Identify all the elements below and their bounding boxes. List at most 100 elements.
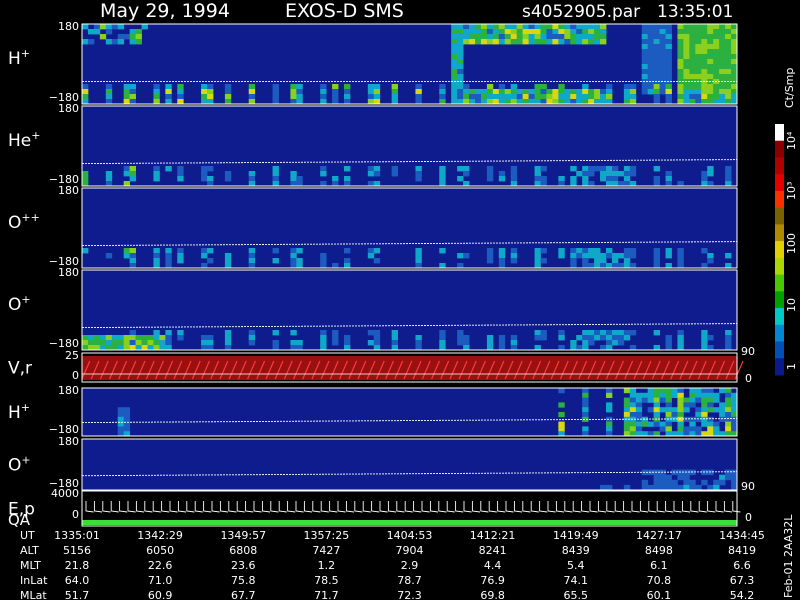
heatmap-cell xyxy=(701,171,708,177)
heatmap-cell xyxy=(665,24,672,30)
heatmap-cell xyxy=(594,258,601,264)
heatmap-cell xyxy=(677,39,684,45)
heatmap-cell xyxy=(707,171,714,177)
heatmap-cell xyxy=(373,248,381,254)
heatmap-cell xyxy=(480,24,488,30)
heatmap-cell xyxy=(611,166,619,172)
heatmap-cell xyxy=(528,89,535,95)
heatmap-cell xyxy=(606,426,613,432)
heatmap-cell xyxy=(582,29,589,35)
heatmap-cell xyxy=(290,94,297,100)
heatmap-cell xyxy=(582,407,589,413)
heatmap-cell xyxy=(451,49,458,55)
heatmap-cell xyxy=(582,335,589,341)
heatmap-cell xyxy=(701,29,708,35)
heatmap-cell xyxy=(344,89,351,95)
heatmap-cell xyxy=(135,29,142,35)
heatmap-cell xyxy=(504,39,512,45)
heatmap-cell xyxy=(659,388,666,394)
colorbar-tick-1: 1 xyxy=(785,363,798,370)
y-tick-bottom: 0 xyxy=(72,369,79,382)
heatmap-cell xyxy=(93,335,101,341)
table-cell: 8241 xyxy=(479,544,507,557)
heatmap-cell xyxy=(689,74,696,80)
heatmap-cell xyxy=(725,44,732,50)
colorbar-swatch xyxy=(775,190,784,209)
heatmap-cell xyxy=(165,84,172,90)
heatmap-cell xyxy=(510,258,518,264)
heatmap-cell xyxy=(653,54,660,60)
heatmap-cell xyxy=(707,402,714,408)
heatmap-cell xyxy=(463,335,470,341)
heatmap-cell xyxy=(582,402,589,408)
heatmap-cell xyxy=(635,407,643,413)
heatmap-cell xyxy=(391,94,398,100)
heatmap-cell xyxy=(207,84,214,90)
heatmap-cell xyxy=(165,89,172,95)
heatmap-cell xyxy=(153,335,160,341)
heatmap-cell xyxy=(725,64,732,70)
heatmap-cell xyxy=(129,340,136,346)
table-cell: 1404:53 xyxy=(387,529,433,542)
heatmap-cell xyxy=(707,392,714,398)
heatmap-cell xyxy=(290,176,297,182)
heatmap-cell xyxy=(534,330,541,336)
heatmap-cell xyxy=(165,330,172,336)
heatmap-cell xyxy=(439,166,446,172)
heatmap-cell xyxy=(117,412,125,418)
heatmap-cell xyxy=(570,340,577,346)
heatmap-cell xyxy=(344,166,351,172)
heatmap-cell xyxy=(516,39,524,45)
heatmap-cell xyxy=(248,176,256,182)
heatmap-cell xyxy=(582,392,589,398)
heatmap-cell xyxy=(486,84,494,90)
heatmap-cell xyxy=(82,89,89,95)
heatmap-cell xyxy=(719,64,726,70)
heatmap-cell xyxy=(534,39,541,45)
heatmap-cell xyxy=(153,258,160,264)
panel-label: O+ xyxy=(8,454,31,476)
heatmap-cell xyxy=(594,248,601,254)
table-cell: 1412:21 xyxy=(470,529,516,542)
heatmap-cell xyxy=(463,89,470,95)
heatmap-cell xyxy=(677,74,684,80)
heatmap-cell xyxy=(707,34,714,40)
heatmap-cell xyxy=(516,94,524,100)
heatmap-cell xyxy=(588,34,595,40)
heatmap-cell xyxy=(713,29,720,35)
heatmap-cell xyxy=(659,64,666,70)
heatmap-cell xyxy=(141,335,148,341)
heatmap-cell xyxy=(528,39,535,45)
orbit-table: UT 1335:01 1342:29 1349:57 1357:25 1404:53 141… xyxy=(20,529,765,600)
heatmap-cell xyxy=(153,248,160,254)
heatmap-cell xyxy=(391,335,398,341)
heatmap-cell xyxy=(659,474,666,481)
heatmap-cell xyxy=(492,94,500,100)
heatmap-cell xyxy=(647,407,655,413)
heatmap-cell xyxy=(725,416,732,422)
heatmap-cell xyxy=(87,335,95,341)
heatmap-cell xyxy=(653,24,660,30)
table-cell: 69.8 xyxy=(480,589,505,600)
heatmap-cell xyxy=(611,253,619,259)
heatmap-cell xyxy=(463,253,470,259)
heatmap-cell xyxy=(653,94,660,100)
heatmap-cell xyxy=(480,29,488,35)
heatmap-cell xyxy=(725,24,732,30)
heatmap-cell xyxy=(725,54,732,60)
qa-bar xyxy=(82,520,737,525)
heatmap-cell xyxy=(480,89,488,95)
heatmap-cell xyxy=(695,24,702,30)
heatmap-cell xyxy=(707,74,714,80)
heatmap-cell xyxy=(576,34,583,40)
heatmap-cell xyxy=(105,39,113,45)
heatmap-cell xyxy=(623,407,631,413)
heatmap-cell xyxy=(576,335,583,341)
heatmap-cell xyxy=(659,84,666,90)
header: May 29, 1994 EXOS-D SMS s4052905.par 13:… xyxy=(100,0,733,22)
heatmap-cell xyxy=(707,397,714,403)
heatmap-cell xyxy=(332,335,339,341)
heatmap-cell xyxy=(677,416,684,422)
colorbar-tick-100: 100 xyxy=(785,233,798,254)
heatmap-cell xyxy=(129,89,136,95)
